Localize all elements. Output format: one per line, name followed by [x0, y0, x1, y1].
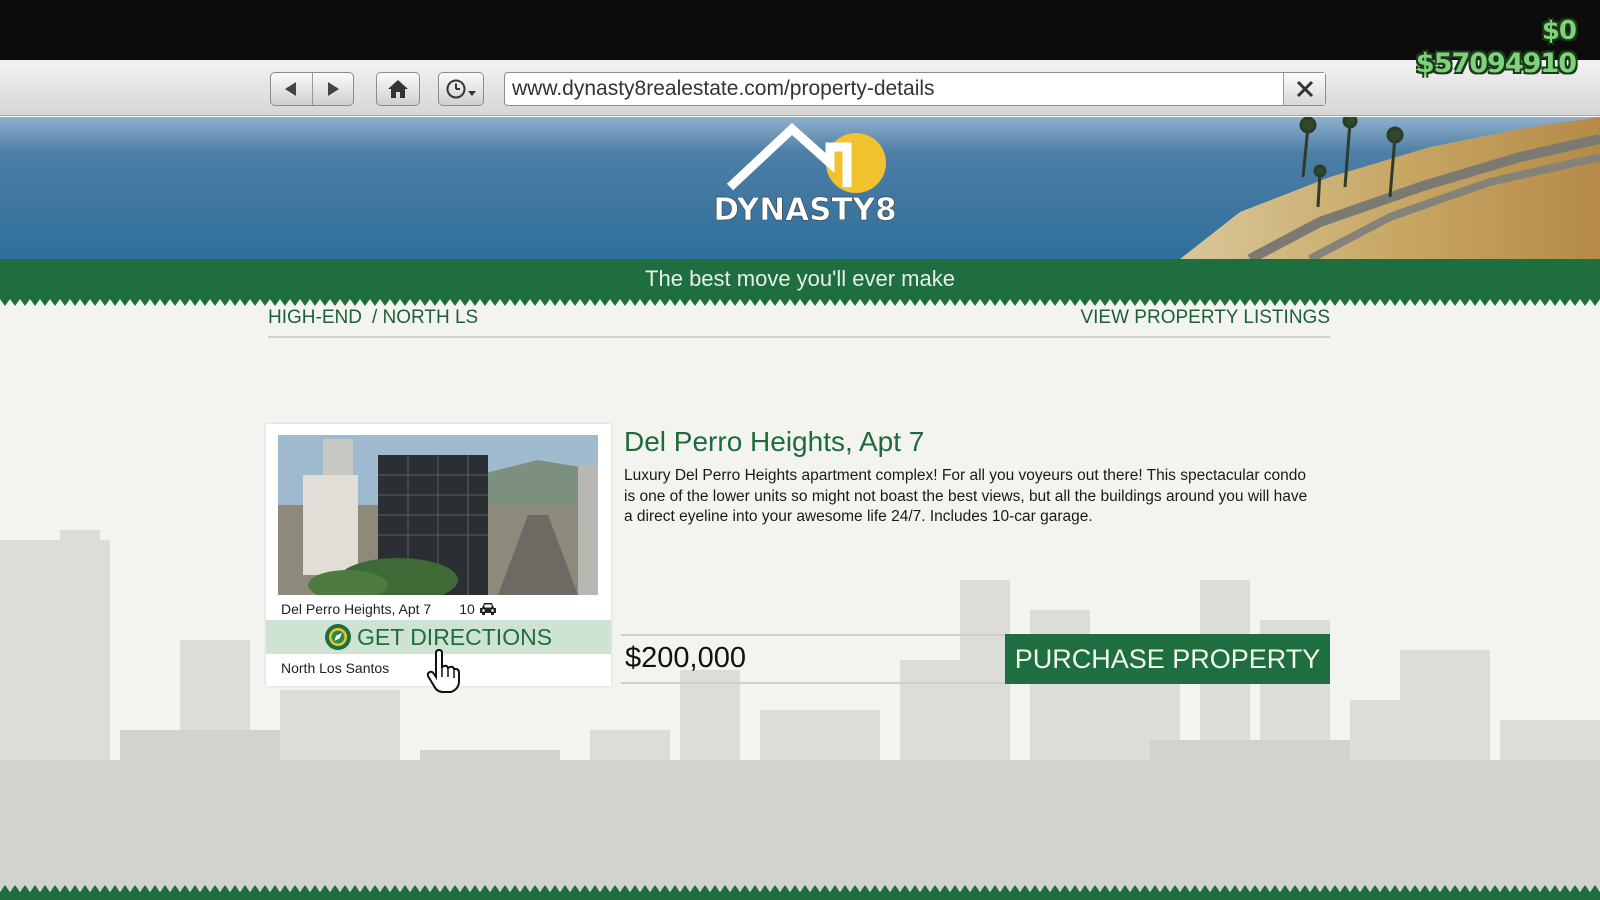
hero-banner: DYNASTY8	[0, 117, 1600, 259]
property-title: Del Perro Heights, Apt 7	[624, 426, 925, 457]
tagline: The best move you'll ever make	[0, 259, 1600, 299]
nav-button-group	[270, 72, 354, 106]
url-text[interactable]: www.dynasty8realestate.com/property-deta…	[505, 73, 1283, 105]
garage-count: 10	[459, 601, 475, 617]
top-letterbox-bar	[0, 0, 1600, 60]
forward-button[interactable]	[311, 73, 354, 105]
property-area: North Los Santos	[281, 660, 390, 676]
back-button[interactable]	[271, 73, 312, 105]
card-property-name: Del Perro Heights, Apt 7	[281, 601, 432, 617]
view-property-listings-link[interactable]: VIEW PROPERTY LISTINGS	[1080, 307, 1330, 329]
cash-amount: $0	[1541, 16, 1577, 46]
get-directions-label: GET DIRECTIONS	[356, 623, 553, 650]
svg-text:DYNASTY8: DYNASTY8	[713, 192, 896, 228]
address-bar[interactable]: www.dynasty8realestate.com/property-deta…	[504, 72, 1326, 106]
forward-icon	[327, 82, 339, 96]
breadcrumb-category[interactable]: HIGH-END	[268, 307, 362, 328]
close-icon	[1296, 80, 1313, 98]
city-skyline-background	[0, 530, 1600, 890]
purchase-property-button[interactable]: PURCHASE PROPERTY	[1005, 634, 1330, 684]
property-photo	[278, 435, 598, 595]
home-icon	[388, 80, 408, 98]
breadcrumb: HIGH-END / NORTH LS VIEW PROPERTY LISTING…	[268, 306, 1330, 338]
property-card: Del Perro Heights, Apt 7 10 GET DIRECTIO…	[266, 424, 611, 686]
property-caption: Del Perro Heights, Apt 7 10	[281, 601, 601, 617]
history-button[interactable]	[438, 72, 484, 106]
hand-cursor-icon	[426, 649, 460, 693]
dynasty8-logo: DYNASTY8	[713, 123, 897, 228]
browser-toolbar: www.dynasty8realestate.com/property-deta…	[0, 60, 1600, 116]
zigzag-footer	[0, 884, 1600, 900]
bank-amount: $57094910	[1415, 48, 1577, 79]
compass-icon	[324, 624, 351, 650]
property-price: $200,000	[621, 634, 1005, 684]
money-hud: $0 $57094910	[1415, 16, 1577, 79]
breadcrumb-area[interactable]: / NORTH LS	[372, 307, 478, 328]
purchase-row: $200,000 PURCHASE PROPERTY	[621, 634, 1330, 686]
back-icon	[285, 82, 297, 96]
close-button[interactable]	[1283, 73, 1325, 105]
car-icon	[479, 603, 496, 615]
history-icon	[446, 79, 476, 99]
home-button[interactable]	[376, 72, 420, 106]
property-description: Luxury Del Perro Heights apartment compl…	[624, 467, 1308, 525]
